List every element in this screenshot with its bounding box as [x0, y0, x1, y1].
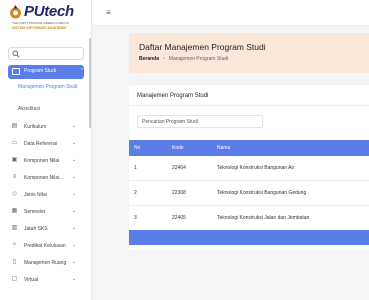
sidebar-item-label: Manajemen Ruang: [24, 260, 67, 266]
sidebar-item-label: Data Referensi: [24, 141, 58, 147]
chevron-down-icon: ⌄: [72, 276, 77, 282]
card-title: Manajemen Program Studi: [137, 93, 209, 99]
sidebar-item-semester[interactable]: ▦ Semester ⌄: [8, 206, 84, 218]
breadcrumb: Beranda • Manajemen Program Studi: [139, 56, 228, 62]
sidebar-item-kurikulum[interactable]: ▤ Kurikulum ⌄: [8, 121, 84, 133]
search-icon: [12, 50, 20, 58]
sidebar-item-label: Semester: [24, 209, 46, 215]
sidebar-item-komponen-nilai[interactable]: ▣ Komponen Nilai ⌄: [8, 155, 84, 167]
table-footer: [129, 230, 369, 245]
cell-no: 3: [134, 215, 137, 221]
column-header-kode[interactable]: Kode: [172, 145, 184, 151]
sidebar-item-data-referensi[interactable]: ▭ Data Referensi ⌄: [8, 138, 84, 150]
chart-icon: ▥: [11, 225, 18, 231]
chevron-down-icon: ⌄: [72, 140, 77, 146]
breadcrumb-home[interactable]: Beranda: [139, 56, 159, 62]
chevron-down-icon: ⌄: [72, 208, 77, 214]
column-header-nama[interactable]: Nama: [217, 145, 230, 151]
sidebar-item-label: Jatah SKS: [24, 226, 48, 232]
chevron-down-icon: ⌄: [72, 123, 77, 129]
table-header: No Kode Nama: [129, 140, 369, 156]
cell-kode: 22308: [172, 190, 186, 196]
cell-no: 1: [134, 165, 137, 171]
page-title: Daftar Manajemen Program Studi: [139, 42, 266, 52]
chevron-down-icon: ⌄: [72, 242, 77, 248]
sidebar-item-label: Jenis Nilai: [24, 192, 47, 198]
sidebar-item-program-studi[interactable]: Program Studi ⌃: [8, 65, 84, 79]
chevron-down-icon: ⌄: [72, 225, 77, 231]
chevron-down-icon: ⌄: [72, 191, 77, 197]
logo-mark-icon: [10, 5, 21, 19]
sidebar-item-virtual[interactable]: ▢ Virtual ⌄: [8, 274, 84, 286]
calendar-icon: ▦: [11, 208, 18, 214]
table-row[interactable]: 1 22404 Teknologi Konstruksi Bangunan Ai…: [129, 156, 369, 181]
brand-logo[interactable]: PUtech THE FIRST PRIVATE GREEN CAMPUS SI…: [8, 3, 88, 32]
sidebar-item-label: Virtual: [24, 277, 39, 283]
monitor-icon: ▢: [11, 276, 18, 282]
sidebar-item-komponen-nilai-2[interactable]: ≡ Komponen Nilai... ⌄: [8, 172, 84, 184]
brand-name: PUtech: [24, 3, 74, 20]
sidebar-search-input[interactable]: [8, 47, 84, 60]
sidebar-item-jenis-nilai[interactable]: ◇ Jenis Nilai ⌄: [8, 189, 84, 201]
sidebar-item-label: Komponen Nilai: [24, 158, 60, 164]
table-row[interactable]: 3 22405 Teknologi Konstruksi Jalan dan J…: [129, 206, 369, 231]
list-icon: ≡: [12, 174, 17, 180]
sidebar-item-jatah-sks[interactable]: ▥ Jatah SKS ⌄: [8, 223, 84, 235]
clipboard-icon: ▣: [11, 157, 18, 163]
cell-nama: Teknologi Konstruksi Jalan dan Jembatan: [217, 215, 310, 221]
page-header: Daftar Manajemen Program Studi Beranda • M…: [129, 33, 369, 73]
sidebar: PUtech THE FIRST PRIVATE GREEN CAMPUS SI…: [0, 0, 92, 300]
sidebar-item-manajemen-ruang[interactable]: ▯ Manajemen Ruang ⌄: [8, 257, 84, 269]
grid-icon: [12, 68, 20, 75]
sidebar-item-label: Program Studi: [24, 68, 56, 74]
folder-icon: ▭: [11, 140, 18, 146]
chevron-down-icon: ⌄: [72, 157, 77, 163]
sidebar-subitem-akreditasi[interactable]: Akreditasi: [18, 106, 40, 113]
sidebar-item-predikat-kelulusan[interactable]: ✧ Predikat Kelulusan ⌄: [8, 240, 84, 252]
table-row[interactable]: 2 22308 Teknologi Konstruksi Bangunan Ge…: [129, 181, 369, 206]
sidebar-item-label: Predikat Kelulusan: [24, 243, 66, 249]
brand-tagline: THE FIRST PRIVATE GREEN CAMPUS: [12, 21, 69, 25]
award-icon: ✧: [11, 242, 18, 248]
cell-kode: 22404: [172, 165, 186, 171]
cell-nama: Teknologi Konstruksi Bangunan Gedung: [217, 190, 307, 196]
tag-icon: ◇: [12, 191, 17, 197]
chevron-down-icon: ⌄: [72, 259, 77, 265]
divider: [129, 105, 369, 106]
breadcrumb-current: Manajemen Program Studi: [168, 56, 229, 62]
sidebar-item-label: Kurikulum: [24, 124, 47, 130]
chevron-down-icon: ⌄: [72, 174, 77, 180]
cell-no: 2: [134, 190, 137, 196]
brand-subtitle: SISTEM INFORMASI AKADEMIK: [12, 26, 67, 30]
topbar: ≡: [92, 0, 369, 26]
menu-toggle-icon[interactable]: ≡: [106, 8, 111, 17]
sidebar-item-label: Komponen Nilai...: [24, 175, 64, 181]
cell-kode: 22405: [172, 215, 186, 221]
sidebar-subitem-manajemen-program-studi[interactable]: Manajemen Program Studi: [18, 84, 88, 91]
breadcrumb-separator-icon: •: [163, 56, 165, 62]
chevron-up-icon: ⌃: [80, 68, 85, 74]
cell-nama: Teknologi Konstruksi Bangunan Air: [217, 165, 295, 171]
search-input[interactable]: Pencarian Program Studi: [137, 115, 263, 128]
column-header-no[interactable]: No: [134, 145, 140, 151]
program-studi-card: Manajemen Program Studi Pencarian Progra…: [129, 85, 369, 250]
book-icon: ▤: [11, 123, 18, 129]
building-icon: ▯: [12, 259, 17, 265]
sidebar-scrollbar[interactable]: [89, 38, 91, 128]
